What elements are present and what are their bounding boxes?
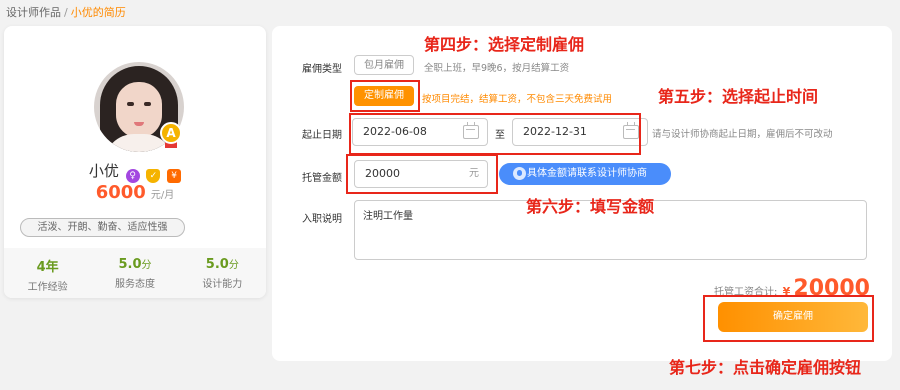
avatar-wrap: A	[94, 62, 184, 152]
designer-name-row: 小优 ♀ ✓ ¥	[4, 160, 266, 183]
monthly-hire-note: 全职上班，早9晚6，按月结算工资	[424, 63, 570, 74]
step5-highlight-box	[349, 113, 641, 155]
breadcrumb-current: 小优的简历	[70, 6, 126, 19]
monthly-price: 6000	[95, 182, 146, 203]
date-note: 请与设计师协商起止日期，雇佣后不可改动	[652, 129, 833, 140]
user-icon	[513, 167, 526, 180]
step7-highlight-box	[703, 295, 874, 342]
contact-designer-button[interactable]: 具体金额请联系设计师协商	[499, 163, 671, 185]
monthly-hire-option[interactable]: 包月雇佣	[354, 55, 414, 75]
stat-experience: 4年 工作经验	[4, 248, 91, 298]
date-range-label: 起止日期	[302, 130, 342, 141]
stat-suffix: 分	[141, 260, 152, 271]
level-badge-icon: A	[160, 122, 182, 144]
stat-value: 5.0	[205, 257, 229, 272]
step7-annotation: 第七步：点击确定雇佣按钮	[669, 358, 862, 377]
contact-designer-label: 具体金额请联系设计师协商	[527, 168, 647, 179]
stat-design-ability: 5.0分 设计能力	[179, 248, 266, 298]
personality-tags: 活泼、开朗、勤奋、适应性强	[20, 218, 185, 237]
designer-name: 小优	[88, 162, 119, 180]
breadcrumb-separator: /	[64, 6, 68, 19]
onboarding-desc-label: 入职说明	[302, 214, 342, 225]
designer-profile-card: A 小优 ♀ ✓ ¥ 6000 元/月 活泼、开朗、勤奋、适应性强 4年 工作经…	[4, 26, 266, 298]
female-gender-icon: ♀	[125, 169, 140, 183]
stat-value: 5.0	[118, 257, 142, 272]
verified-shield-icon: ✓	[146, 169, 161, 183]
deposit-yuan-icon: ¥	[167, 169, 182, 183]
onboarding-desc-value: 注明工作量	[363, 211, 413, 222]
step4-highlight-box	[350, 80, 420, 112]
stat-label: 工作经验	[27, 282, 68, 293]
breadcrumb-parent[interactable]: 设计师作品	[6, 6, 61, 19]
stat-value: 4年	[36, 260, 59, 275]
step5-annotation: 第五步：选择起止时间	[658, 87, 819, 106]
stat-suffix: 分	[228, 260, 239, 271]
amount-label: 托管金额	[302, 173, 342, 184]
stat-label: 服务态度	[114, 279, 155, 290]
step6-highlight-box	[346, 154, 498, 194]
breadcrumb: 设计师作品 / 小优的简历	[6, 4, 126, 20]
hire-type-label: 雇佣类型	[302, 64, 342, 75]
stats-bar: 4年 工作经验 5.0分 服务态度 5.0分 设计能力	[4, 248, 266, 298]
price-unit: 元/月	[150, 190, 175, 201]
stat-service-attitude: 5.0分 服务态度	[91, 248, 178, 298]
price-row: 6000 元/月	[4, 182, 266, 203]
custom-hire-note: 按项目完结，结算工资，不包含三天免费试用	[422, 94, 613, 105]
step6-annotation: 第六步：填写金额	[526, 197, 655, 216]
stat-label: 设计能力	[202, 279, 243, 290]
step4-annotation: 第四步：选择定制雇佣	[424, 35, 585, 54]
